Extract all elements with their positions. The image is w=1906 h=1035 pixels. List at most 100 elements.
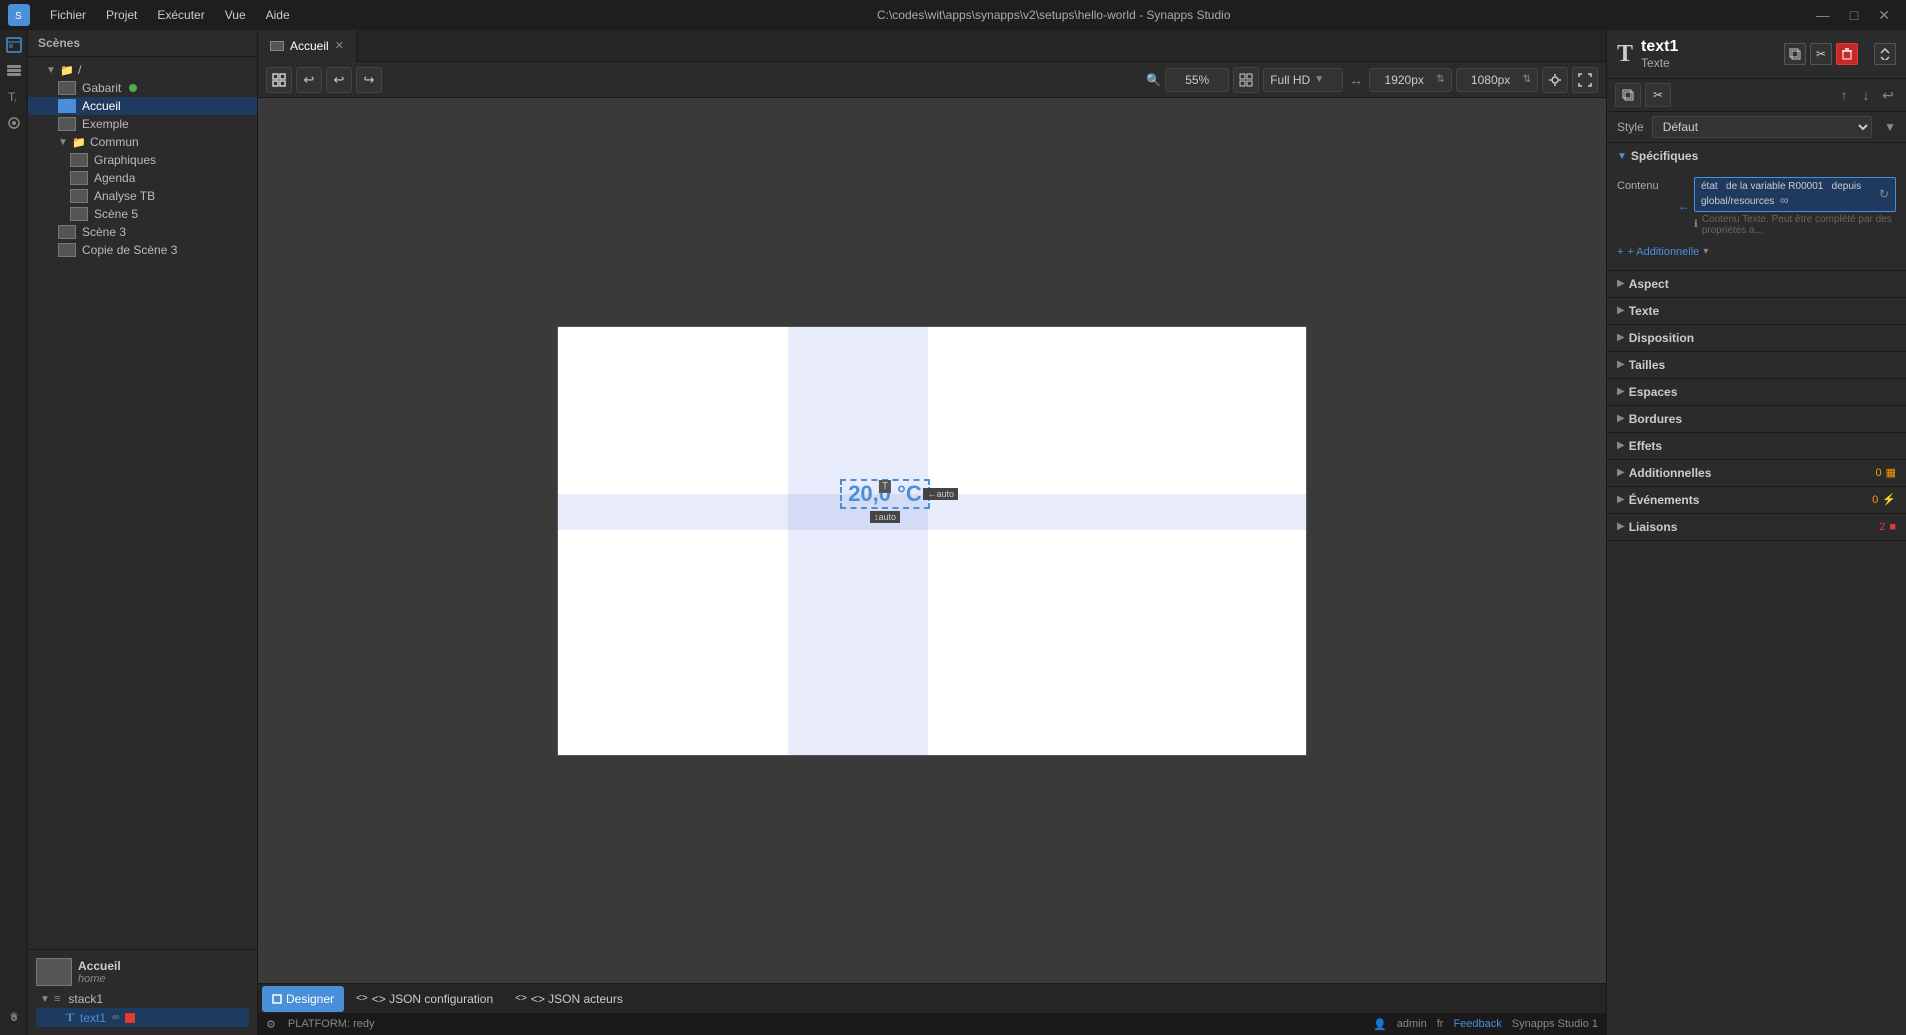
rp-tb-copy[interactable] [1615, 83, 1641, 107]
bottom-tab-designer[interactable]: Designer [262, 986, 344, 1012]
tb-btn-sun[interactable] [1542, 67, 1568, 93]
tree-label-commun: Commun [90, 135, 139, 149]
section-liaisons-header[interactable]: ▶ Liaisons 2 ■ [1607, 514, 1906, 540]
section-additionnelles-header[interactable]: ▶ Additionnelles 0 ▦ [1607, 460, 1906, 486]
main-layout: T₁ Scènes ▼ 📁 / Gabarit [0, 30, 1906, 1035]
rp-arrow-indent[interactable]: ↩ [1878, 85, 1898, 105]
status-user: admin [1397, 1018, 1427, 1030]
rp-btn-copy[interactable] [1784, 43, 1806, 65]
statusbar: ⚙ PLATFORM: redy 👤 admin fr Feedback Syn… [258, 1013, 1606, 1035]
tb-btn-undo2[interactable]: ↩ [326, 67, 352, 93]
tb-btn-undo[interactable]: ↩ [296, 67, 322, 93]
contenu-label: Contenu [1617, 177, 1672, 192]
section-effets-header[interactable]: ▶ Effets [1607, 433, 1906, 459]
maximize-button[interactable]: □ [1842, 7, 1866, 24]
section-tailles-header[interactable]: ▶ Tailles [1607, 352, 1906, 378]
section-aspect-header[interactable]: ▶ Aspect [1607, 271, 1906, 297]
tree-item-analysetb[interactable]: Analyse TB [28, 187, 257, 205]
rp-arrow-up[interactable]: ↑ [1834, 85, 1854, 105]
section-specifiques-header[interactable]: ▼ Spécifiques [1607, 143, 1906, 169]
text-label: text1 [80, 1011, 106, 1025]
tb-btn-grid[interactable] [1233, 67, 1259, 93]
evenements-title: Événements [1629, 493, 1700, 507]
canvas-area[interactable]: T 20,0 °C ←auto ↕auto [258, 98, 1606, 983]
canvas[interactable]: T 20,0 °C ←auto ↕auto [557, 326, 1307, 756]
menu-aide[interactable]: Aide [256, 4, 300, 26]
tree-item-accueil[interactable]: Accueil [28, 97, 257, 115]
menu-vue[interactable]: Vue [215, 4, 256, 26]
bottom-tab-designer-label: Designer [286, 992, 334, 1006]
expand-arrow-root: ▼ [46, 65, 56, 76]
contenu-field-content: état de la variable R00001 depuis global… [1694, 177, 1896, 236]
section-disposition-header[interactable]: ▶ Disposition [1607, 325, 1906, 351]
bottom-tab-jsonacteurs[interactable]: <> <> JSON acteurs [505, 986, 633, 1012]
tree-item-root[interactable]: ▼ 📁 / [28, 61, 257, 79]
resize-handle-right[interactable]: ←auto [923, 488, 958, 500]
tree-item-commun[interactable]: ▼ 📁 Commun [28, 133, 257, 151]
refresh-icon[interactable]: ↻ [1879, 187, 1889, 201]
menu-fichier[interactable]: Fichier [40, 4, 96, 26]
tree-item-copiescene3[interactable]: Copie de Scène 3 [28, 241, 257, 259]
contenu-binding[interactable]: état de la variable R00001 depuis global… [1694, 177, 1896, 212]
tb-btn-fullscreen[interactable] [1572, 67, 1598, 93]
tab-close-accueil[interactable]: ✕ [335, 39, 344, 52]
height-input[interactable] [1463, 73, 1519, 87]
width-input[interactable] [1376, 73, 1432, 87]
rp-title-info: text1 Texte [1641, 38, 1678, 70]
tree-label-root: / [78, 63, 81, 77]
add-additional-link[interactable]: + + Additionnelle ▾ [1617, 242, 1896, 262]
code-icon-config: <> [356, 993, 368, 1004]
iconbar-settings[interactable] [3, 1007, 25, 1029]
bottom-tab-jsonconfig[interactable]: <> <> JSON configuration [346, 986, 503, 1012]
resolution-select[interactable]: Full HD ▼ [1263, 68, 1343, 92]
iconbar-layers[interactable] [3, 60, 25, 82]
section-bordures-header[interactable]: ▶ Bordures [1607, 406, 1906, 432]
minimize-button[interactable]: — [1808, 7, 1838, 24]
rp-arrow-down[interactable]: ↓ [1856, 85, 1876, 105]
scene-tree: ▼ 📁 / Gabarit Accueil Exemple ▼ [28, 57, 257, 949]
rp-tb-cut[interactable]: ✂ [1645, 83, 1671, 107]
tree-item-text1[interactable]: T text1 ∞ [36, 1008, 249, 1027]
zoom-input[interactable] [1172, 73, 1222, 87]
tree-label-copiescene3: Copie de Scène 3 [82, 243, 177, 257]
tb-btn-redo[interactable]: ↪ [356, 67, 382, 93]
rp-btn-delete[interactable] [1836, 43, 1858, 65]
section-specifiques: ▼ Spécifiques Contenu ← état de la [1607, 143, 1906, 271]
right-panel: T text1 Texte ✂ [1606, 30, 1906, 1035]
section-evenements-header[interactable]: ▶ Événements 0 ⚡ [1607, 487, 1906, 513]
tree-item-graphiques[interactable]: Graphiques [28, 151, 257, 169]
menu-projet[interactable]: Projet [96, 4, 147, 26]
iconbar-resources[interactable] [3, 112, 25, 134]
section-evenements: ▶ Événements 0 ⚡ [1607, 487, 1906, 514]
iconbar-variables[interactable]: T₁ [3, 86, 25, 108]
rp-element-name: text1 [1641, 38, 1678, 56]
close-button[interactable]: ✕ [1870, 7, 1898, 24]
rp-btn-cut[interactable]: ✂ [1810, 43, 1832, 65]
section-texte-header[interactable]: ▶ Texte [1607, 298, 1906, 324]
tree-item-stack1[interactable]: ▼ ≡ stack1 [36, 990, 249, 1008]
tree-item-gabarit[interactable]: Gabarit [28, 79, 257, 97]
element-handle-t[interactable]: T [879, 480, 891, 493]
iconbar-scenes[interactable] [3, 34, 25, 56]
section-espaces-header[interactable]: ▶ Espaces [1607, 379, 1906, 405]
tree-item-exemple[interactable]: Exemple [28, 115, 257, 133]
add-label: + Additionnelle [1627, 246, 1699, 258]
rp-style-arrow[interactable]: ▼ [1884, 120, 1896, 134]
svg-text:₁: ₁ [14, 94, 17, 103]
tree-item-scene5[interactable]: Scène 5 [28, 205, 257, 223]
scene-thumb-graphiques [70, 153, 88, 167]
tailles-title: Tailles [1629, 358, 1665, 372]
tab-accueil[interactable]: Accueil ✕ [258, 30, 357, 62]
status-feedback[interactable]: Feedback [1453, 1018, 1501, 1030]
scene-thumb-accueil [58, 99, 76, 113]
menu-executer[interactable]: Exécuter [147, 4, 214, 26]
resize-handle-bottom[interactable]: ↕auto [870, 511, 900, 523]
selected-text-element[interactable]: T 20,0 °C ←auto ↕auto [840, 479, 930, 509]
rp-style-select[interactable]: Défaut [1652, 116, 1872, 138]
tb-btn-fit[interactable] [266, 67, 292, 93]
tree-item-scene3[interactable]: Scène 3 [28, 223, 257, 241]
rp-btn-expand[interactable] [1874, 43, 1896, 65]
tree-item-agenda[interactable]: Agenda [28, 169, 257, 187]
specifiques-content: Contenu ← état de la variable R00001 d [1607, 169, 1906, 270]
additionnelles-badge: 0 ▦ [1875, 466, 1896, 479]
